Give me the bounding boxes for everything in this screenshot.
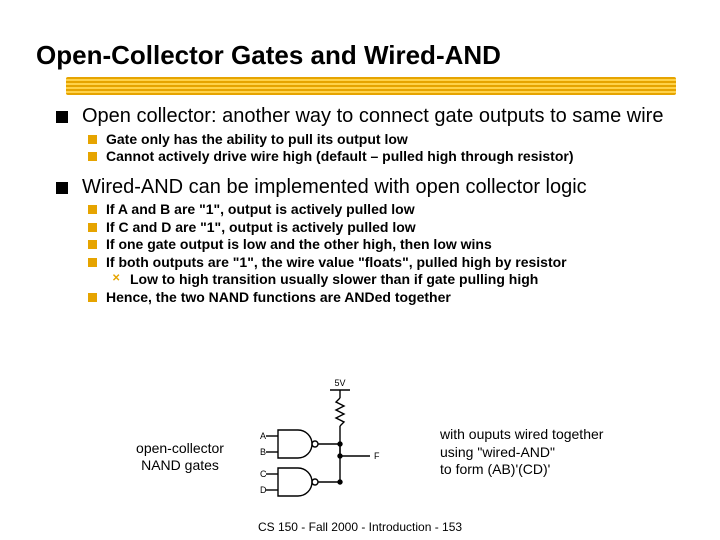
subbullet-cannot-drive-high: Cannot actively drive wire high (default… <box>36 148 684 166</box>
pin-d-label: D <box>260 485 267 495</box>
figure-right-label-l2: using "wired-AND" <box>440 444 555 460</box>
subbullet-low-wins: If one gate output is low and the other … <box>36 236 684 254</box>
subbullet-floats: If both outputs are "1", the wire value … <box>36 254 684 272</box>
nand-gate-2-icon <box>278 468 312 496</box>
figure-right-label-l1: with ouputs wired together <box>440 426 603 442</box>
figure-left-label-l2: NAND gates <box>141 457 219 473</box>
figure-left-label-l1: open-collector <box>136 440 224 456</box>
figure-right-label: with ouputs wired together using "wired-… <box>440 426 650 479</box>
pullup-resistor-icon <box>336 398 344 426</box>
pin-b-label: B <box>260 447 266 457</box>
subbullet-pull-low: Gate only has the ability to pull its ou… <box>36 131 684 149</box>
pin-a-label: A <box>260 431 266 441</box>
slide: Open-Collector Gates and Wired-AND Open … <box>0 0 720 540</box>
pin-c-label: C <box>260 469 267 479</box>
figure-right-label-l3: to form (AB)'(CD)' <box>440 461 550 477</box>
pin-f-label: F <box>374 451 380 461</box>
subsubbullet-transition-slower: Low to high transition usually slower th… <box>36 271 684 289</box>
nand-gate-1-icon <box>278 430 312 458</box>
figure-left-label: open-collector NAND gates <box>120 440 240 474</box>
bullet-open-collector: Open collector: another way to connect g… <box>36 105 684 129</box>
bullet-wired-and: Wired-AND can be implemented with open c… <box>36 176 684 200</box>
circuit-diagram: 5V <box>250 378 430 508</box>
subbullet-ab-low: If A and B are "1", output is actively p… <box>36 201 684 219</box>
title-underline <box>66 77 676 95</box>
figure-area: open-collector NAND gates 5V <box>120 420 650 510</box>
slide-title: Open-Collector Gates and Wired-AND <box>36 40 684 71</box>
subbullet-anded-together: Hence, the two NAND functions are ANDed … <box>36 289 684 307</box>
subbullet-cd-low: If C and D are "1", output is actively p… <box>36 219 684 237</box>
vcc-label: 5V <box>334 378 345 388</box>
slide-footer: CS 150 - Fall 2000 - Introduction - 153 <box>0 520 720 534</box>
